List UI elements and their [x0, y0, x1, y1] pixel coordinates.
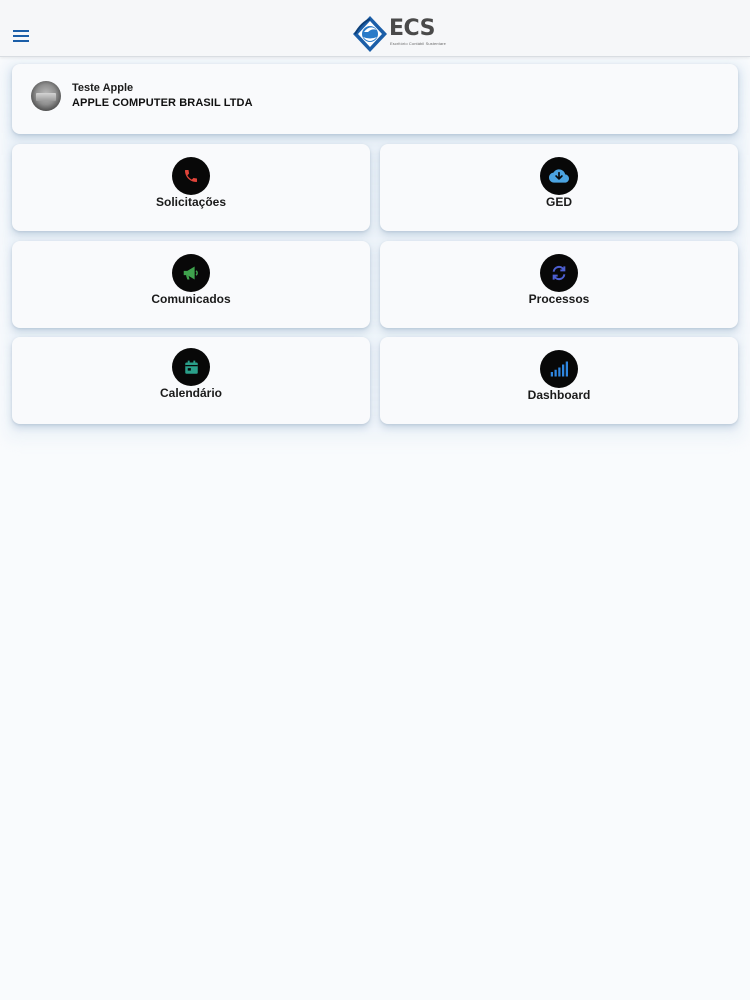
avatar	[31, 81, 61, 111]
tile-label: Comunicados	[151, 292, 231, 306]
tile-comunicados[interactable]: Comunicados	[12, 241, 370, 328]
tile-ged[interactable]: GED	[380, 144, 738, 231]
tile-label: GED	[545, 195, 572, 209]
tile-icon-badge	[172, 254, 210, 292]
profile-card[interactable]: Teste Apple APPLE COMPUTER BRASIL LTDA	[12, 64, 738, 134]
tile-solicitacoes[interactable]: Solicitações	[12, 144, 370, 231]
tile-label: Processos	[528, 292, 590, 306]
ecs-logo-emblem-icon	[353, 16, 387, 52]
tile-icon-badge	[540, 254, 578, 292]
cloud-download-icon	[549, 169, 569, 183]
menu-button[interactable]	[9, 24, 33, 48]
tile-label: Dashboard	[527, 388, 591, 402]
tile-icon-badge	[540, 350, 578, 388]
tile-calendario[interactable]: Calendário	[12, 337, 370, 424]
app-screen: ECS Escritório Contábil Sustentare Teste…	[0, 0, 750, 1000]
refresh-icon	[552, 265, 566, 281]
phone-icon	[185, 170, 197, 182]
hamburger-menu-icon	[13, 30, 29, 42]
calendar-icon	[184, 360, 198, 374]
megaphone-icon	[183, 266, 198, 280]
tile-label: Solicitações	[155, 195, 227, 209]
logo-subtitle: Escritório Contábil Sustentare	[390, 41, 446, 46]
signal-bars-icon	[550, 361, 568, 377]
logo-wordmark: ECS	[389, 16, 435, 41]
tile-icon-badge	[540, 157, 578, 195]
tile-dashboard[interactable]: Dashboard	[380, 337, 738, 424]
user-name: Teste Apple	[72, 82, 134, 94]
tile-processos[interactable]: Processos	[380, 241, 738, 328]
tile-icon-badge	[172, 157, 210, 195]
company-name: APPLE COMPUTER BRASIL LTDA	[72, 97, 253, 109]
tile-icon-badge	[172, 348, 210, 386]
tile-label: Calendário	[159, 386, 222, 400]
top-bar: ECS Escritório Contábil Sustentare	[0, 0, 750, 57]
ecs-logo: ECS Escritório Contábil Sustentare	[352, 15, 446, 55]
